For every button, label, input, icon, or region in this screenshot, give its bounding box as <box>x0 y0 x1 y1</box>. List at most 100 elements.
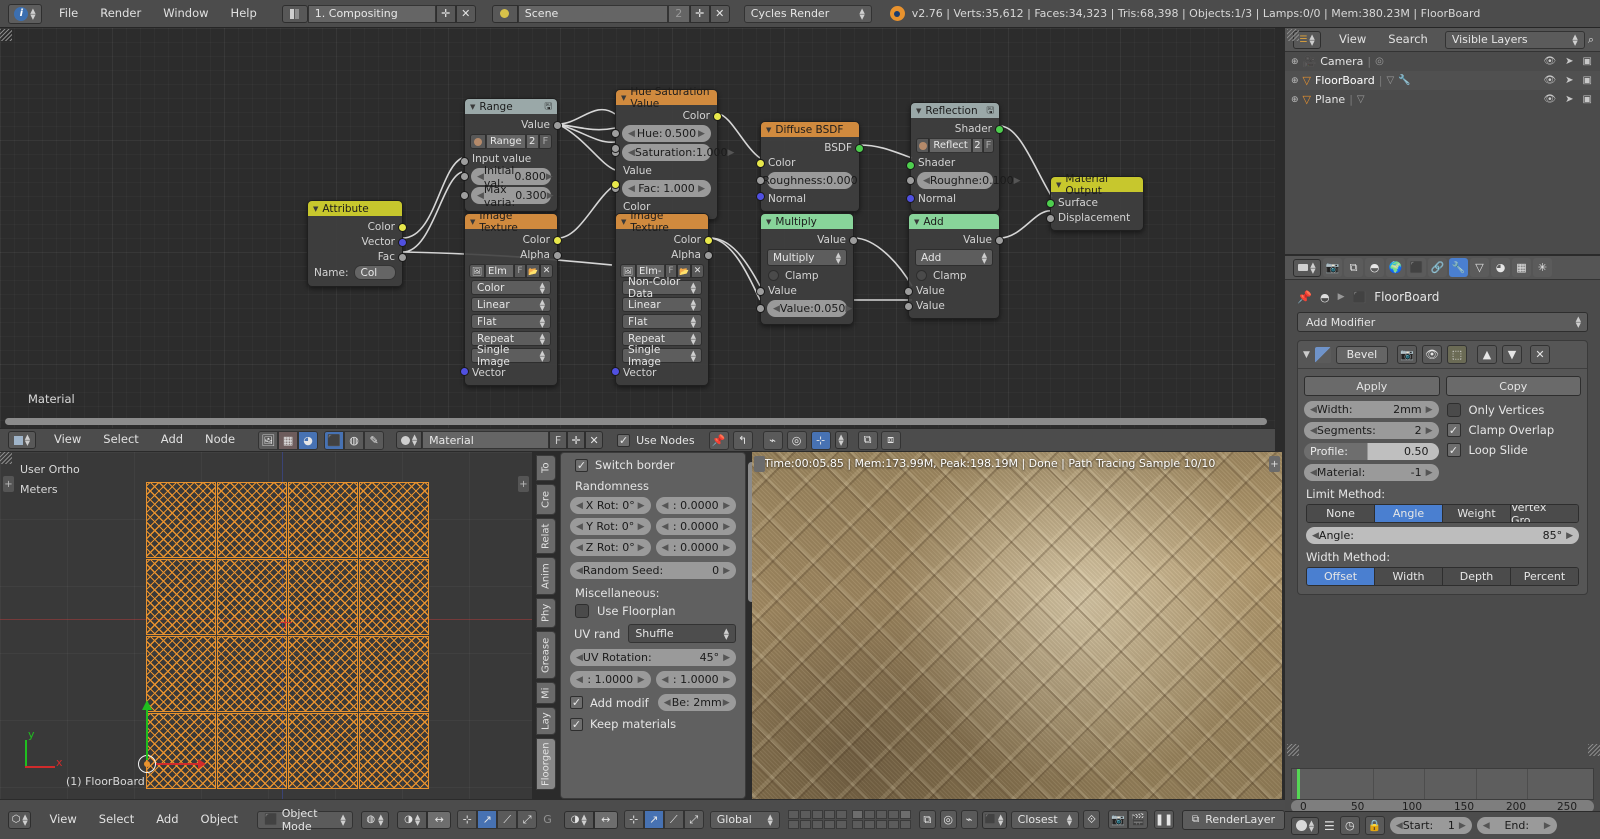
save-group-icon[interactable]: 🖫 <box>544 99 552 115</box>
keep-materials-row[interactable]: Keep materials <box>570 717 736 731</box>
floorgen-tool-panel[interactable]: Switch border Randomness ◀ X Rot: 0° ▶ ◀… <box>560 452 746 799</box>
manipulator-z-arrow[interactable] <box>142 700 152 710</box>
shader-type-object-icon[interactable]: 🖼 <box>258 430 279 450</box>
transform-manipulator-icon[interactable]: ⤢ <box>517 810 538 829</box>
slider-fac[interactable]: ◀ Fac: 1.000 ▶ <box>622 180 711 197</box>
editor-type-selector[interactable]: ▲ ▼ <box>1291 816 1319 835</box>
go-to-parent-icon[interactable]: ↰ <box>732 430 753 450</box>
tab-modifiers[interactable]: 🔧 <box>1449 258 1468 277</box>
node-input-normal[interactable]: Normal <box>756 191 859 206</box>
only-vertices-checkbox[interactable] <box>1446 403 1461 417</box>
tab-grease-pencil[interactable]: Grease <box>536 631 556 679</box>
image-fake-user-button[interactable]: F <box>514 264 526 278</box>
arrow-left-icon[interactable]: ◀ <box>662 501 669 511</box>
wrench-icon[interactable]: 🔧 <box>1398 75 1410 86</box>
arrow-left-icon[interactable]: ◀ <box>477 191 484 201</box>
node-image-texture-2[interactable]: ▼ Image Texture Color Alpha 🖼 Elm- F 📂 ✕… <box>611 210 713 386</box>
translate-manipulator-icon[interactable]: ⊹ <box>457 810 478 829</box>
slider-max-varia[interactable]: ◀ Max varia: 0.300 ▶ <box>471 183 554 209</box>
use-floorplan-checkbox[interactable] <box>575 604 589 618</box>
group-datablock-row[interactable]: Range 2 F <box>470 134 552 149</box>
socket-hue[interactable] <box>611 129 620 138</box>
manipulator-x-arrow[interactable] <box>198 759 206 769</box>
arrow-right-icon[interactable]: ▶ <box>845 304 852 314</box>
viewport-menu-select[interactable]: Select <box>88 813 145 826</box>
arrow-right-icon[interactable]: ▶ <box>723 501 730 511</box>
node-input-value-2[interactable]: Value <box>904 298 999 313</box>
selectable-cursor-icon[interactable]: ➤ <box>1565 56 1573 67</box>
group-users-count[interactable]: 2 <box>525 134 539 149</box>
socket-surface[interactable] <box>1046 199 1055 208</box>
renderable-camera-icon[interactable]: ▣ <box>1583 75 1592 86</box>
unlink-image-icon[interactable]: ✕ <box>691 264 704 278</box>
tab-object-data[interactable]: ▽ <box>1470 258 1489 277</box>
outliner-menu-view[interactable]: View <box>1328 33 1377 46</box>
node-material-output[interactable]: ▼ Material Output Surface Displacement <box>1046 173 1144 231</box>
transform-manipulator-icon-2[interactable]: ⤢ <box>683 810 704 829</box>
pause-preview-icon[interactable]: ❚❚ <box>1154 810 1175 829</box>
y-rot-value-field[interactable]: ◀ : 0.0000 ▶ <box>655 518 736 535</box>
node-output-value[interactable]: Value <box>761 232 858 247</box>
node-output-fac[interactable]: Fac <box>308 249 407 264</box>
node-math-add[interactable]: ▼ Add Value Add ▲ ▼ Clamp Value Value <box>904 213 1004 319</box>
outliner-menu-search[interactable]: Search <box>1377 33 1439 46</box>
socket-initial-val[interactable] <box>460 172 469 181</box>
socket-max-varia[interactable] <box>460 191 469 200</box>
keep-materials-checkbox[interactable] <box>570 717 583 731</box>
socket-input-value[interactable] <box>460 157 469 166</box>
bevel-segments-field[interactable]: ◀ Segments: 2 ▶ <box>1304 422 1439 439</box>
node-output-value[interactable]: Value <box>909 232 1004 247</box>
rotate-manipulator-icon-2[interactable]: ↗ <box>643 810 664 829</box>
arrow-left-icon[interactable]: ◀ <box>628 184 635 194</box>
arrow-right-icon[interactable]: ▶ <box>723 543 730 553</box>
screen-layout-icon[interactable] <box>281 4 308 23</box>
tab-physics[interactable]: Phy <box>536 598 556 628</box>
socket-value-1[interactable] <box>756 287 765 296</box>
clamp-checkbox[interactable] <box>768 270 779 281</box>
attribute-name-row[interactable]: Name: Col <box>308 264 402 281</box>
arrow-left-icon[interactable]: ◀ <box>1310 426 1317 436</box>
socket-roughness[interactable] <box>756 176 765 185</box>
collapse-triangle-icon[interactable]: ▼ <box>621 218 626 226</box>
snap-peel-icon[interactable]: ⟐ <box>1083 810 1101 829</box>
select-color-space[interactable]: Non-Color Data ▲ ▼ <box>622 276 702 300</box>
image-name-field[interactable]: Elm <box>485 264 514 278</box>
node-range-group[interactable]: ▼ Range 🖫 Value Range 2 F Input value ◀ … <box>460 98 562 212</box>
socket-normal[interactable] <box>906 194 915 203</box>
select-projection[interactable]: Flat ▲ ▼ <box>471 314 551 329</box>
arrow-right-icon[interactable]: ▶ <box>1544 821 1551 831</box>
socket-value-out[interactable] <box>995 236 1004 245</box>
texture-checker-icon[interactable]: ▦ <box>278 430 299 450</box>
render-layer-selector[interactable]: ⧉ RenderLayer <box>1182 809 1286 830</box>
pivot-point-dropdown-2[interactable]: ◑ ▲ ▼ <box>563 810 594 829</box>
bevel-material-field[interactable]: ◀ Material: -1 ▶ <box>1304 464 1439 481</box>
use-nodes-toggle[interactable]: Use Nodes <box>617 433 695 447</box>
socket-vector[interactable] <box>460 367 469 376</box>
delete-scene-button[interactable]: ✕ <box>709 4 730 23</box>
transform-orientation-dropdown[interactable]: Global ▲ ▼ <box>709 810 780 829</box>
manipulator-toggle-2[interactable]: ↔ <box>593 810 618 829</box>
width-method-width[interactable]: Width <box>1375 568 1443 585</box>
menu-render[interactable]: Render <box>89 7 152 20</box>
select-projection[interactable]: Flat ▲ ▼ <box>622 314 702 329</box>
fake-user-button[interactable]: F <box>549 431 568 449</box>
arrow-left-icon[interactable]: ◀ <box>664 698 671 708</box>
tab-render[interactable]: 📷 <box>1323 258 1342 277</box>
bevel-width-field[interactable]: ◀ Be: 2mm ▶ <box>657 694 736 711</box>
image-properties-handle[interactable]: + <box>1269 456 1280 472</box>
slider-value-2[interactable]: ◀ Value: 0.050 ▶ <box>767 300 852 317</box>
random-seed-field[interactable]: ◀ Random Seed: 0 ▶ <box>570 562 736 579</box>
socket-value[interactable] <box>611 144 620 153</box>
snap-magnet-icon[interactable]: ⊹ <box>810 430 831 450</box>
select-interpolation[interactable]: Linear ▲ ▼ <box>471 297 551 312</box>
selectable-cursor-icon[interactable]: ➤ <box>1565 94 1573 105</box>
snap-element-dropdown[interactable]: ⬛ ▲ ▼ <box>981 810 1007 829</box>
material-browse-icon[interactable]: ▲ ▼ <box>396 431 423 449</box>
socket-roughness[interactable] <box>906 176 915 185</box>
arrow-left-icon[interactable]: ◀ <box>662 522 669 532</box>
node-output-shader[interactable]: Shader <box>911 121 1004 136</box>
screen-layout-name[interactable]: 1. Compositing <box>307 4 436 23</box>
scene-users-count[interactable]: 2 <box>667 4 690 23</box>
node-header[interactable]: ▼ Range 🖫 <box>465 99 557 114</box>
editor-type-selector[interactable]: i ▲ ▼ <box>8 3 42 24</box>
